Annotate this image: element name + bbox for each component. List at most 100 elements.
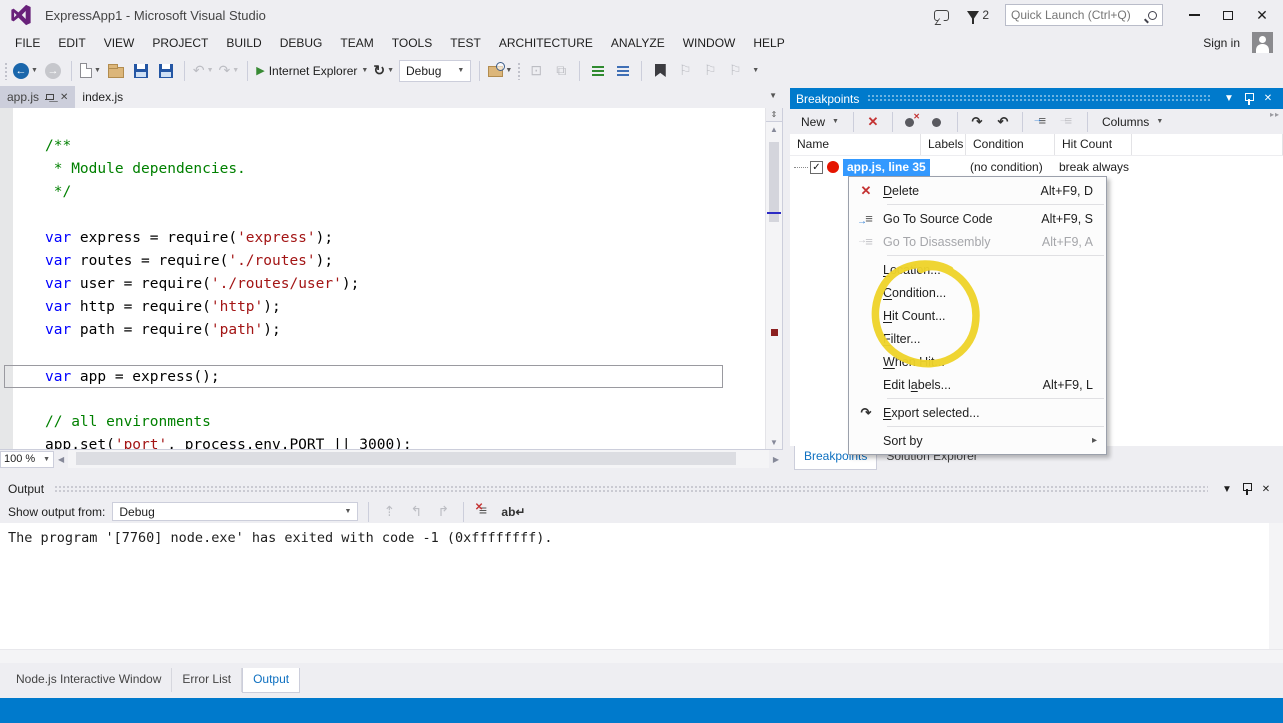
tab-index-js[interactable]: index.js bbox=[75, 86, 130, 108]
zoom-select[interactable]: 100 % ▼ bbox=[0, 451, 54, 468]
menu-view[interactable]: VIEW bbox=[95, 32, 144, 54]
scroll-down-icon[interactable]: ▼ bbox=[766, 438, 782, 447]
export-breakpoints-button[interactable]: ↷ bbox=[967, 111, 987, 133]
scroll-up-icon[interactable]: ▲ bbox=[766, 125, 782, 134]
bottom-tab-output[interactable]: Output bbox=[242, 668, 300, 693]
navigate-back-button[interactable]: ←▼ bbox=[13, 60, 38, 82]
menu-architecture[interactable]: ARCHITECTURE bbox=[490, 32, 602, 54]
editor-vertical-scrollbar[interactable]: ⇕ ▲ ▼ bbox=[765, 108, 782, 450]
delete-all-breakpoints-button[interactable] bbox=[902, 111, 922, 133]
menu-item-condition[interactable]: Condition... bbox=[849, 281, 1106, 304]
bottom-tab-node-js-interactive-window[interactable]: Node.js Interactive Window bbox=[6, 668, 172, 692]
output-panel-header[interactable]: Output ▼ ✕ bbox=[0, 478, 1283, 500]
save-button[interactable] bbox=[131, 60, 151, 82]
toggle-word-wrap-button[interactable]: ab↵ bbox=[501, 501, 525, 523]
close-icon[interactable]: ✕ bbox=[1259, 93, 1277, 104]
split-handle[interactable]: ⇕ bbox=[766, 108, 782, 122]
open-file-button[interactable] bbox=[106, 60, 126, 82]
delete-breakpoint-button[interactable]: ✕ bbox=[863, 111, 883, 133]
window-position-icon[interactable]: ▼ bbox=[1218, 484, 1236, 495]
breakpoints-panel-header[interactable]: Breakpoints ▼ ✕ bbox=[790, 88, 1283, 109]
column-header-hit-count[interactable]: Hit Count bbox=[1055, 134, 1132, 155]
scroll-right-icon[interactable]: ▶ bbox=[769, 455, 783, 464]
uncomment-lines-button[interactable] bbox=[613, 60, 633, 82]
output-source-select[interactable]: Debug ▼ bbox=[112, 502, 358, 521]
toggle-bookmark-button[interactable] bbox=[650, 60, 670, 82]
quick-launch-input[interactable]: Quick Launch (Ctrl+Q) bbox=[1005, 4, 1163, 26]
toolbar-overflow-button[interactable]: ▼ bbox=[752, 67, 759, 74]
scroll-left-icon[interactable]: ◀ bbox=[54, 455, 68, 464]
minimize-button[interactable] bbox=[1177, 3, 1211, 27]
new-breakpoint-button[interactable]: New▼ bbox=[796, 113, 844, 131]
breakpoint-row[interactable]: ✓ app.js, line 35 (no condition) break a… bbox=[790, 156, 1283, 178]
output-vertical-scrollbar[interactable] bbox=[1269, 523, 1283, 649]
menu-project[interactable]: PROJECT bbox=[143, 32, 217, 54]
next-message-button: ↱ bbox=[433, 501, 453, 523]
menu-item-export-selected[interactable]: Export selected... bbox=[849, 401, 1106, 424]
code-line: */ bbox=[45, 181, 765, 204]
sign-in-link[interactable]: Sign in bbox=[1203, 36, 1240, 50]
window-position-icon[interactable]: ▼ bbox=[1220, 93, 1238, 104]
comment-lines-button[interactable] bbox=[588, 60, 608, 82]
menu-item-when-hit[interactable]: When Hit... bbox=[849, 350, 1106, 373]
menu-debug[interactable]: DEBUG bbox=[271, 32, 332, 54]
close-icon[interactable]: ✕ bbox=[1257, 484, 1275, 495]
feedback-icon[interactable] bbox=[934, 10, 949, 21]
notifications-button[interactable]: 2 bbox=[967, 8, 989, 22]
toolbar-overflow-icon[interactable]: ▸▸ bbox=[1270, 110, 1280, 119]
pin-icon[interactable] bbox=[1242, 483, 1251, 495]
disable-all-breakpoints-button[interactable] bbox=[928, 111, 948, 133]
maximize-button[interactable] bbox=[1211, 3, 1245, 27]
menu-build[interactable]: BUILD bbox=[217, 32, 270, 54]
pin-icon[interactable] bbox=[45, 92, 54, 103]
menu-file[interactable]: FILE bbox=[6, 32, 49, 54]
column-header-labels[interactable]: Labels bbox=[921, 134, 966, 155]
close-button[interactable]: ✕ bbox=[1245, 3, 1279, 27]
breakpoint-checkbox[interactable]: ✓ bbox=[810, 161, 823, 174]
menu-item-location[interactable]: Location... bbox=[849, 258, 1106, 281]
column-header-condition[interactable]: Condition bbox=[966, 134, 1055, 155]
menu-test[interactable]: TEST bbox=[441, 32, 490, 54]
bottom-tab-strip: Node.js Interactive WindowError ListOutp… bbox=[0, 668, 1283, 698]
code-editor[interactable]: /** * Module dependencies. */ var expres… bbox=[0, 108, 783, 450]
new-file-button[interactable]: ▼ bbox=[80, 60, 101, 82]
columns-button[interactable]: Columns▼ bbox=[1097, 113, 1168, 131]
save-all-button[interactable] bbox=[156, 60, 176, 82]
menu-edit[interactable]: EDIT bbox=[49, 32, 94, 54]
menu-item-hit-count[interactable]: Hit Count... bbox=[849, 304, 1106, 327]
breakpoint-name[interactable]: app.js, line 35 bbox=[843, 159, 930, 176]
toolbar-grip[interactable] bbox=[517, 62, 521, 80]
start-debug-button[interactable]: ▶ Internet Explorer ▼ bbox=[256, 60, 368, 82]
editor-horizontal-scrollbar[interactable] bbox=[68, 450, 769, 468]
column-header-name[interactable]: Name bbox=[790, 134, 921, 155]
clear-all-button[interactable] bbox=[474, 501, 494, 523]
menu-item-filter[interactable]: Filter... bbox=[849, 327, 1106, 350]
user-avatar-icon[interactable] bbox=[1252, 32, 1273, 53]
scroll-thumb[interactable] bbox=[769, 142, 779, 222]
code-line: var http = require('http'); bbox=[45, 296, 765, 319]
document-overflow-icon[interactable]: ▼ bbox=[769, 91, 777, 100]
close-icon[interactable]: ✕ bbox=[60, 92, 68, 103]
menu-item-delete[interactable]: DeleteAlt+F9, D bbox=[849, 179, 1106, 202]
hscroll-thumb[interactable] bbox=[76, 452, 736, 465]
menu-team[interactable]: TEAM bbox=[331, 32, 382, 54]
go-to-source-button[interactable] bbox=[1032, 111, 1052, 133]
menu-item-go-to-source-code[interactable]: Go To Source CodeAlt+F9, S bbox=[849, 207, 1106, 230]
configuration-select[interactable]: Debug ▼ bbox=[399, 60, 471, 82]
toolbar-grip[interactable] bbox=[4, 62, 8, 80]
menu-item-edit-labels[interactable]: Edit labels...Alt+F9, L bbox=[849, 373, 1106, 396]
find-in-files-button[interactable]: ▼ bbox=[488, 60, 512, 82]
menu-item-sort-by[interactable]: Sort by▸ bbox=[849, 429, 1106, 452]
import-breakpoints-button[interactable]: ↶ bbox=[993, 111, 1013, 133]
menu-analyze[interactable]: ANALYZE bbox=[602, 32, 674, 54]
restart-button[interactable]: ↻▼ bbox=[373, 60, 394, 82]
bottom-tab-error-list[interactable]: Error List bbox=[172, 668, 242, 692]
search-icon[interactable] bbox=[1148, 11, 1157, 20]
menu-window[interactable]: WINDOW bbox=[674, 32, 745, 54]
tab-app-js[interactable]: app.js✕ bbox=[0, 86, 75, 108]
pin-icon[interactable] bbox=[1244, 93, 1253, 105]
menu-help[interactable]: HELP bbox=[744, 32, 793, 54]
output-horizontal-scrollbar[interactable] bbox=[0, 649, 1283, 663]
menu-tools[interactable]: TOOLS bbox=[383, 32, 441, 54]
output-log[interactable]: The program '[7760] node.exe' has exited… bbox=[0, 523, 1283, 649]
